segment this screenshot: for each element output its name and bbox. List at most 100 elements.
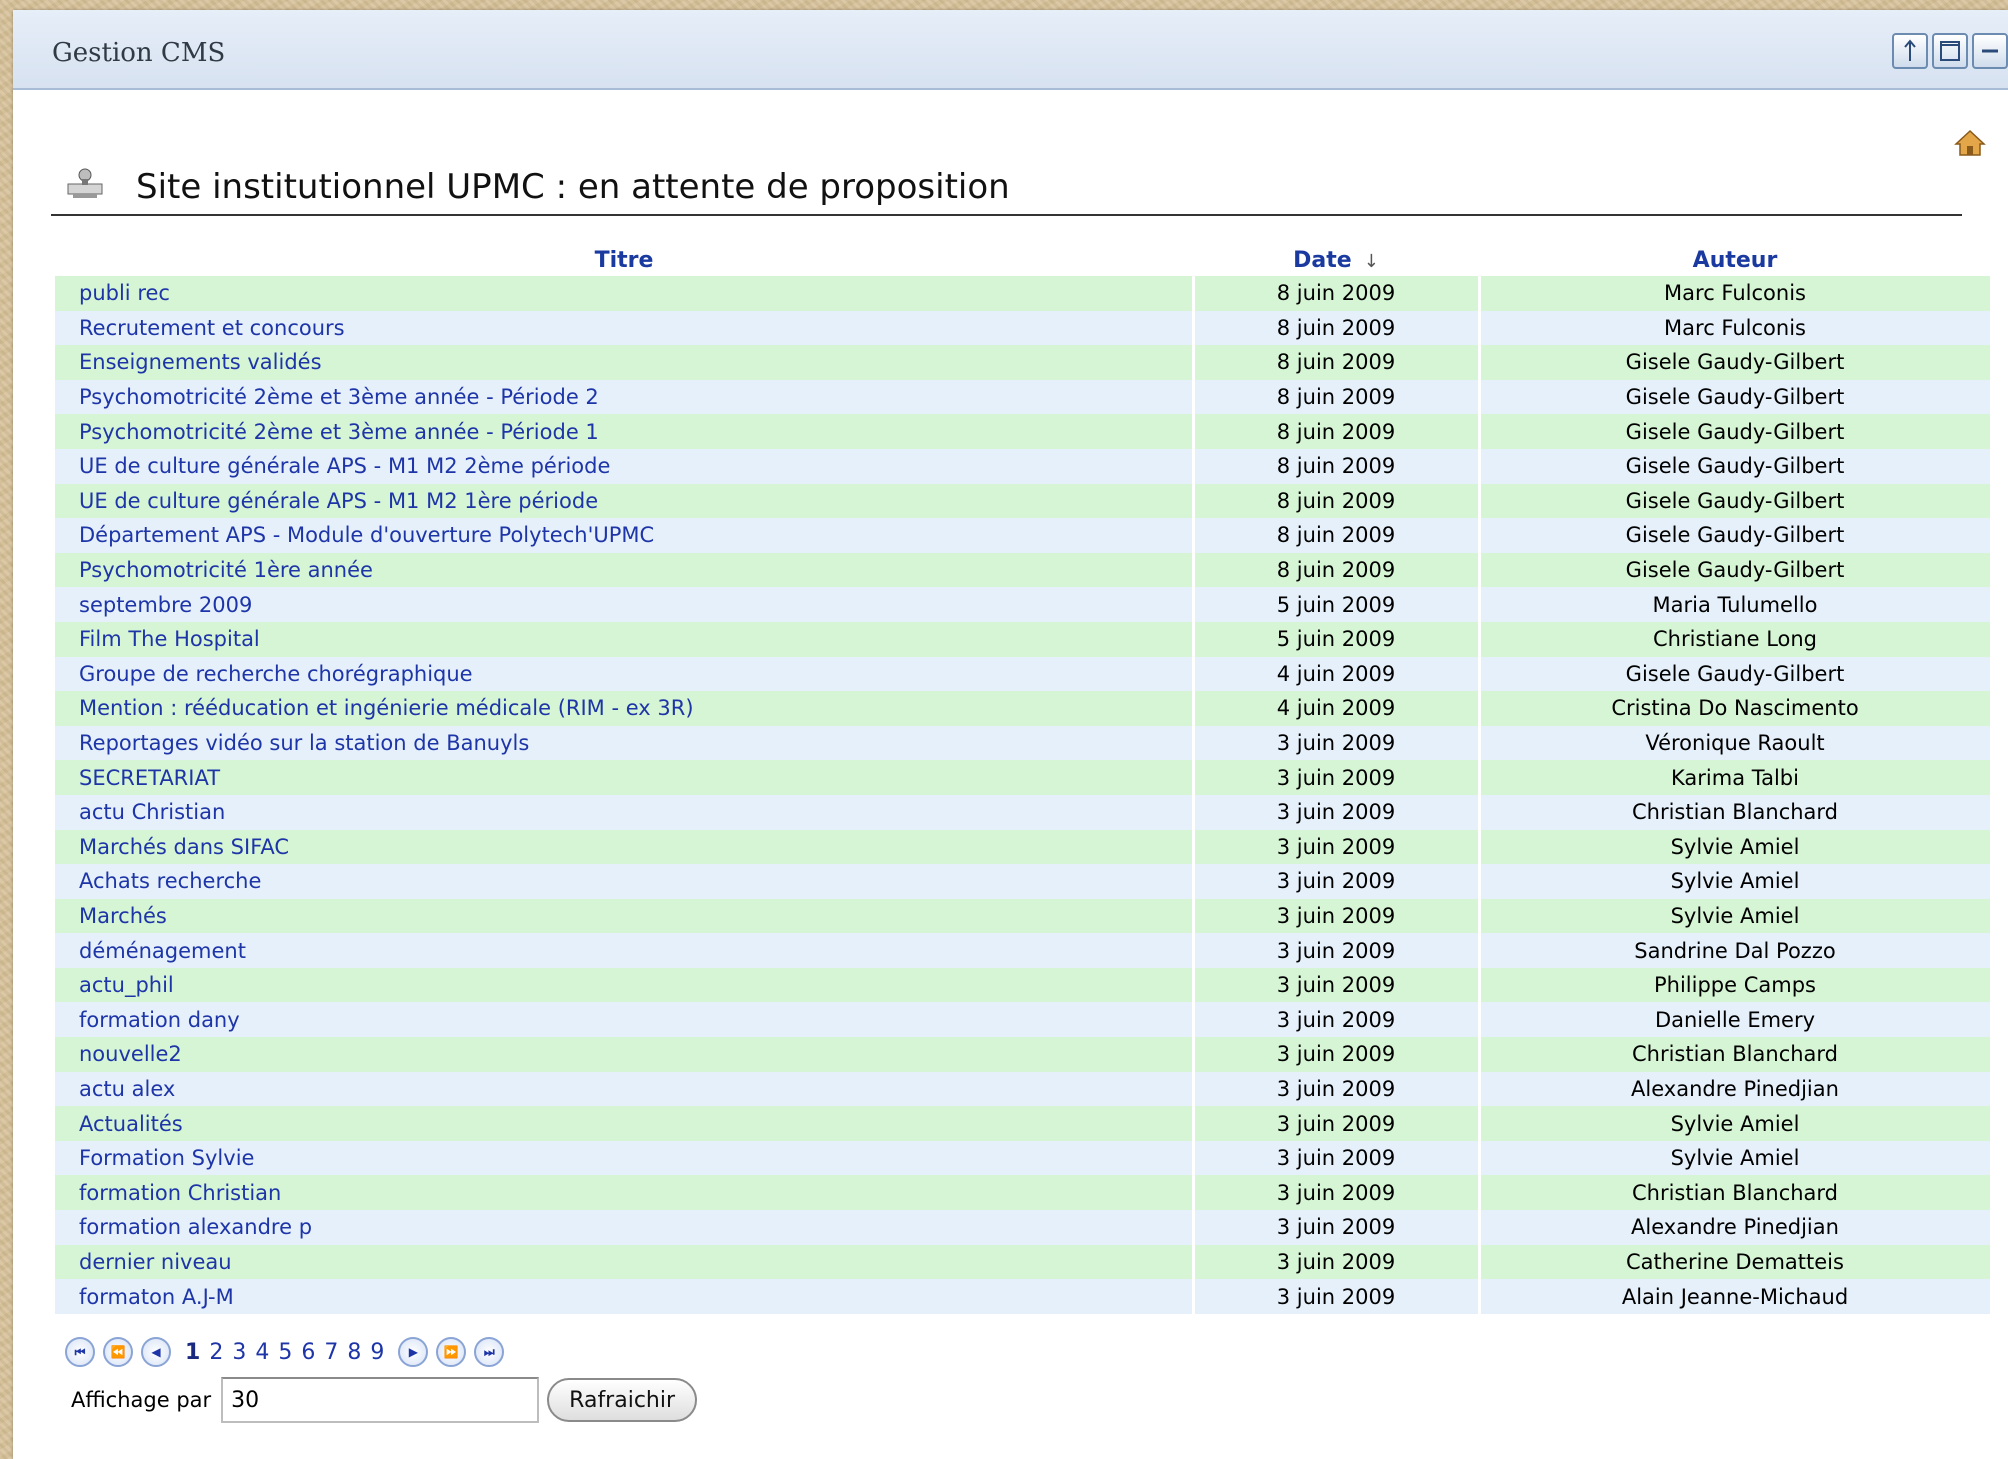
page-link[interactable]: 4	[255, 1340, 269, 1365]
row-title-link[interactable]: Recrutement et concours	[55, 310, 1195, 346]
row-title-link[interactable]: formation alexandre p	[55, 1210, 1195, 1245]
row-title-link[interactable]: déménagement	[55, 933, 1195, 968]
next-block-button[interactable]: ⏩	[436, 1337, 467, 1367]
page-link[interactable]: 3	[232, 1340, 246, 1365]
page-heading: Site institutionnel UPMC : en attente de…	[51, 162, 1962, 216]
column-header-title[interactable]: Titre	[55, 244, 1193, 276]
row-date: 3 juin 2009	[1193, 1175, 1481, 1211]
table-row: actu_phil 3 juin 2009 Philippe Camps	[55, 967, 1993, 1003]
row-title-link[interactable]: UE de culture générale APS - M1 M2 1ère …	[55, 483, 1195, 519]
row-title-link[interactable]: Psychomotricité 2ème et 3ème année - Pér…	[55, 414, 1195, 449]
row-author: Christiane Long	[1479, 621, 1993, 657]
row-author: Danielle Emery	[1479, 1002, 1993, 1038]
move-up-button[interactable]	[1892, 33, 1928, 69]
table-row: déménagement 3 juin 2009 Sandrine Dal Pozz…	[55, 933, 1993, 968]
table-row: publi rec 8 juin 2009 Marc Fulconis	[55, 276, 1993, 311]
table-row: Reportages vidéo sur la station de Banuy…	[55, 725, 1993, 761]
row-title-link[interactable]: dernier niveau	[55, 1244, 1195, 1280]
row-author: Karima Talbi	[1479, 760, 1993, 795]
table-header-row: Titre Date ↓ Auteur	[55, 244, 1991, 276]
row-title-link[interactable]: formaton A.J-M	[55, 1279, 1195, 1314]
column-header-date[interactable]: Date ↓	[1193, 244, 1479, 276]
per-page-input[interactable]	[221, 1377, 540, 1423]
row-title-link[interactable]: nouvelle2	[55, 1037, 1195, 1072]
row-title-link[interactable]: Psychomotricité 1ère année	[55, 552, 1195, 588]
refresh-button[interactable]: Rafraichir	[547, 1378, 698, 1422]
page-link[interactable]: 8	[347, 1340, 361, 1365]
row-author: Gisele Gaudy-Gilbert	[1479, 414, 1993, 449]
maximize-icon	[1940, 41, 1960, 61]
minimize-button[interactable]	[1972, 33, 2008, 69]
row-title-link[interactable]: actu alex	[55, 1071, 1195, 1107]
row-author: Sylvie Amiel	[1479, 1106, 1993, 1141]
first-page-button[interactable]: ⏮	[65, 1337, 95, 1367]
table-row: actu alex 3 juin 2009 Alexandre Pinedjian	[55, 1071, 1993, 1107]
row-title-link[interactable]: Marchés	[55, 898, 1195, 934]
column-header-author[interactable]: Auteur	[1479, 244, 1991, 276]
row-title-link[interactable]: formation dany	[55, 1002, 1195, 1038]
row-author: Marc Fulconis	[1479, 310, 1993, 346]
row-author: Catherine Dematteis	[1479, 1244, 1993, 1280]
row-title-link[interactable]: Formation Sylvie	[55, 1140, 1195, 1176]
row-author: Gisele Gaudy-Gilbert	[1479, 379, 1993, 415]
last-page-button[interactable]: ⏭	[474, 1337, 505, 1367]
row-title-link[interactable]: Groupe de recherche chorégraphique	[55, 656, 1195, 692]
row-title-link[interactable]: Film The Hospital	[55, 621, 1195, 657]
row-date: 3 juin 2009	[1193, 1071, 1481, 1107]
maximize-button[interactable]	[1932, 33, 1968, 69]
row-title-link[interactable]: Reportages vidéo sur la station de Banuy…	[55, 725, 1195, 761]
row-author: Christian Blanchard	[1479, 1175, 1993, 1211]
row-title-link[interactable]: Enseignements validés	[55, 345, 1195, 380]
row-title-link[interactable]: formation Christian	[55, 1175, 1195, 1211]
row-date: 4 juin 2009	[1193, 691, 1481, 726]
home-icon[interactable]	[1954, 128, 1986, 162]
row-author: Christian Blanchard	[1479, 794, 1993, 830]
row-author: Gisele Gaudy-Gilbert	[1479, 345, 1993, 380]
table-row: Marchés dans SIFAC 3 juin 2009 Sylvie Amie…	[55, 829, 1993, 865]
row-date: 3 juin 2009	[1193, 794, 1481, 830]
row-title-link[interactable]: SECRETARIAT	[55, 760, 1195, 795]
page-link[interactable]: 1	[185, 1340, 200, 1365]
publisher-icon	[65, 166, 105, 204]
page-link[interactable]: 6	[301, 1340, 315, 1365]
row-author: Alain Jeanne-Michaud	[1479, 1279, 1993, 1314]
row-author: Maria Tulumello	[1479, 587, 1993, 622]
row-date: 8 juin 2009	[1193, 448, 1481, 484]
row-date: 4 juin 2009	[1193, 656, 1481, 692]
table-row: Psychomotricité 2ème et 3ème année - Pér…	[55, 379, 1993, 415]
page-link[interactable]: 9	[370, 1340, 384, 1365]
row-title-link[interactable]: actu_phil	[55, 967, 1195, 1003]
pagination: ⏮ ⏪ ◀ 123456789 ▶ ⏩ ⏭	[65, 1335, 505, 1369]
row-title-link[interactable]: Département APS - Module d'ouverture Pol…	[55, 518, 1195, 553]
row-title-link[interactable]: Marchés dans SIFAC	[55, 829, 1195, 865]
row-author: Gisele Gaudy-Gilbert	[1479, 656, 1993, 692]
table-row: Recrutement et concours 8 juin 2009 Marc F…	[55, 310, 1993, 346]
row-date: 3 juin 2009	[1193, 1106, 1481, 1141]
page-link[interactable]: 5	[278, 1340, 292, 1365]
row-title-link[interactable]: septembre 2009	[55, 587, 1195, 622]
row-title-link[interactable]: UE de culture générale APS - M1 M2 2ème …	[55, 448, 1195, 484]
row-date: 3 juin 2009	[1193, 1002, 1481, 1038]
table-row: Groupe de recherche chorégraphique 4 juin…	[55, 656, 1993, 692]
row-date: 8 juin 2009	[1193, 310, 1481, 346]
row-date: 8 juin 2009	[1193, 552, 1481, 588]
next-page-button[interactable]: ▶	[398, 1337, 429, 1367]
move-up-icon	[1904, 39, 1916, 61]
page-link[interactable]: 7	[324, 1340, 338, 1365]
row-title-link[interactable]: Mention : rééducation et ingénierie médi…	[55, 691, 1195, 726]
page-link[interactable]: 2	[209, 1340, 223, 1365]
row-date: 3 juin 2009	[1193, 967, 1481, 1003]
row-date: 5 juin 2009	[1193, 621, 1481, 657]
row-title-link[interactable]: Psychomotricité 2ème et 3ème année - Pér…	[55, 379, 1195, 415]
row-title-link[interactable]: Achats recherche	[55, 864, 1195, 899]
row-author: Sylvie Amiel	[1479, 864, 1993, 899]
previous-page-button[interactable]: ◀	[141, 1337, 171, 1367]
row-title-link[interactable]: Actualités	[55, 1106, 1195, 1141]
row-date: 3 juin 2009	[1193, 1244, 1481, 1280]
previous-block-button[interactable]: ⏪	[103, 1337, 133, 1367]
row-date: 3 juin 2009	[1193, 760, 1481, 795]
table-row: Psychomotricité 2ème et 3ème année - Pér…	[55, 414, 1993, 449]
row-title-link[interactable]: publi rec	[55, 276, 1195, 311]
row-title-link[interactable]: actu Christian	[55, 794, 1195, 830]
table-row: Achats recherche 3 juin 2009 Sylvie Amiel	[55, 864, 1993, 899]
